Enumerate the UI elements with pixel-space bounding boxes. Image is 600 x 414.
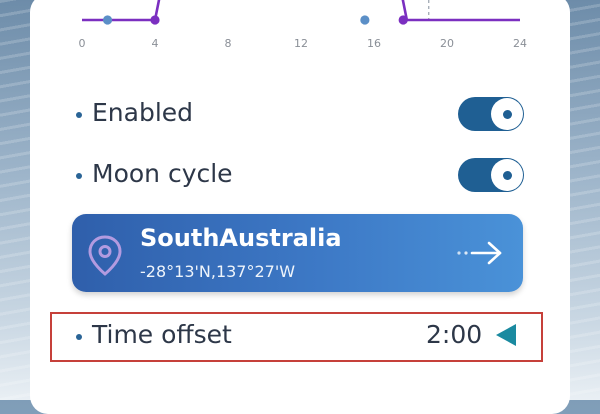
toggle-knob	[491, 98, 523, 130]
x-tick-label: 8	[225, 37, 232, 50]
x-tick-label: 0	[79, 37, 86, 50]
moon-cycle-label: Moon cycle	[92, 159, 233, 188]
enabled-row: Enabled	[30, 92, 570, 136]
time-offset-highlight	[50, 312, 543, 362]
schedule-point-1	[102, 15, 113, 25]
bullet-icon	[76, 173, 82, 179]
enabled-label: Enabled	[92, 98, 194, 127]
location-pin-icon	[88, 235, 122, 276]
location-card[interactable]: SouthAustralia -28°13'N,137°27'W	[72, 214, 523, 292]
location-coordinates: -28°13'N,137°27'W	[140, 262, 296, 281]
toggle-knob	[491, 159, 523, 191]
schedule-chart: 0 4 8 12 16 20 24	[79, 0, 527, 50]
bullet-icon	[76, 112, 82, 118]
location-name: SouthAustralia	[140, 224, 342, 252]
x-tick-label: 4	[152, 37, 159, 50]
schedule-point-3	[360, 15, 370, 25]
x-tick-label: 24	[513, 37, 527, 50]
moon-cycle-row: Moon cycle	[30, 153, 570, 197]
moon-cycle-toggle[interactable]	[458, 158, 524, 192]
schedule-point-2	[150, 15, 160, 25]
schedule-point-4	[398, 15, 408, 25]
schedule-line-1	[82, 0, 161, 22]
x-tick-label: 12	[294, 37, 308, 50]
settings-panel: 0 4 8 12 16 20 24 Enabled Moon cycle SouthAust…	[30, 0, 570, 414]
schedule-line-2	[401, 0, 520, 22]
enabled-toggle[interactable]	[458, 97, 524, 131]
x-tick-label: 20	[440, 37, 454, 50]
x-tick-label: 16	[367, 37, 381, 50]
arrow-right-icon	[457, 241, 502, 265]
